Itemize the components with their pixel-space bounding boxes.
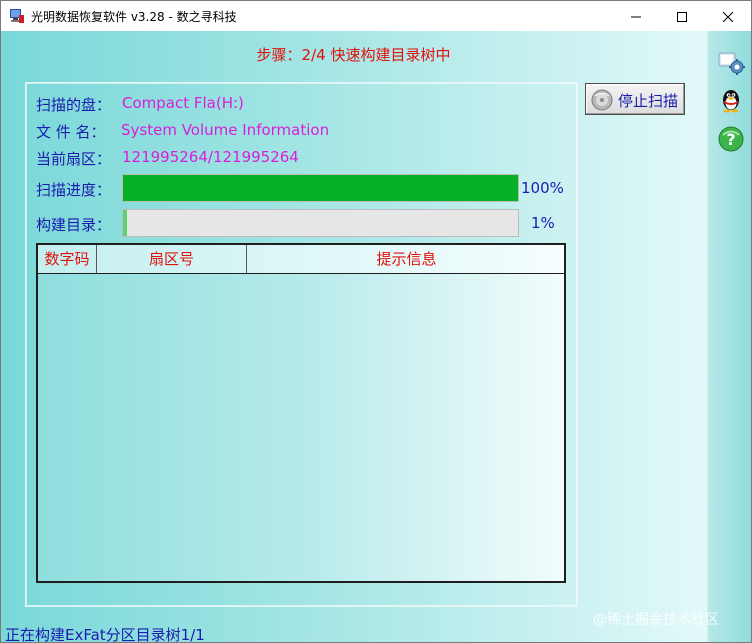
column-header-sector[interactable]: 扇区号 [97, 245, 247, 273]
qq-penguin-icon[interactable] [717, 85, 745, 113]
disk-value: Compact Fla(H:) [122, 94, 244, 112]
stop-scan-button[interactable]: 停止扫描 [585, 83, 685, 115]
svg-text:?: ? [726, 130, 735, 149]
build-directory-label: 构建目录： [36, 216, 112, 234]
build-directory-bar [122, 209, 519, 237]
scan-progress-fill [123, 175, 518, 201]
title-bar[interactable]: 光明数据恢复软件 v3.28 - 数之寻科技 [1, 1, 751, 31]
help-question-icon[interactable]: ? [717, 125, 745, 153]
step-title: 步骤：2/4 快速构建目录树中 [256, 46, 451, 64]
close-button[interactable] [705, 1, 751, 31]
current-sector-value: 121995264/121995264 [122, 148, 299, 166]
settings-gear-icon[interactable] [717, 47, 745, 75]
app-window: 光明数据恢复软件 v3.28 - 数之寻科技 步骤：2/4 快速构建目录树中 扫… [0, 0, 752, 643]
disk-label: 扫描的盘： [36, 96, 112, 114]
client-area: 步骤：2/4 快速构建目录树中 扫描的盘： Compact Fla(H:) 文 … [1, 31, 751, 643]
minimize-icon [631, 7, 641, 26]
stop-disc-icon [591, 89, 613, 111]
maximize-icon [677, 7, 687, 26]
column-header-code[interactable]: 数字码 [38, 245, 97, 273]
table-header: 数字码 扇区号 提示信息 [38, 245, 564, 274]
build-directory-fill [123, 210, 127, 236]
scan-progress-bar [122, 174, 519, 202]
scan-progress-percent: 100% [521, 179, 564, 197]
build-directory-percent: 1% [531, 214, 555, 232]
file-name-value: System Volume Information [121, 121, 330, 139]
status-bar-text: 正在构建ExFat分区目录树1/1 [5, 626, 205, 643]
minimize-button[interactable] [613, 1, 659, 31]
monitor-disk-icon [9, 8, 25, 24]
stop-scan-label: 停止扫描 [618, 92, 679, 110]
file-name-label: 文 件 名： [36, 123, 106, 141]
scan-progress-label: 扫描进度： [36, 181, 112, 199]
window-title: 光明数据恢复软件 v3.28 - 数之寻科技 [31, 10, 237, 24]
watermark: @稀土掘金技术社区 [593, 612, 719, 628]
close-icon [722, 7, 734, 26]
results-table[interactable]: 数字码 扇区号 提示信息 [36, 243, 566, 583]
side-toolbar: ? [707, 31, 751, 642]
column-header-info[interactable]: 提示信息 [247, 245, 566, 273]
maximize-button[interactable] [659, 1, 705, 31]
current-sector-label: 当前扇区： [36, 150, 112, 168]
